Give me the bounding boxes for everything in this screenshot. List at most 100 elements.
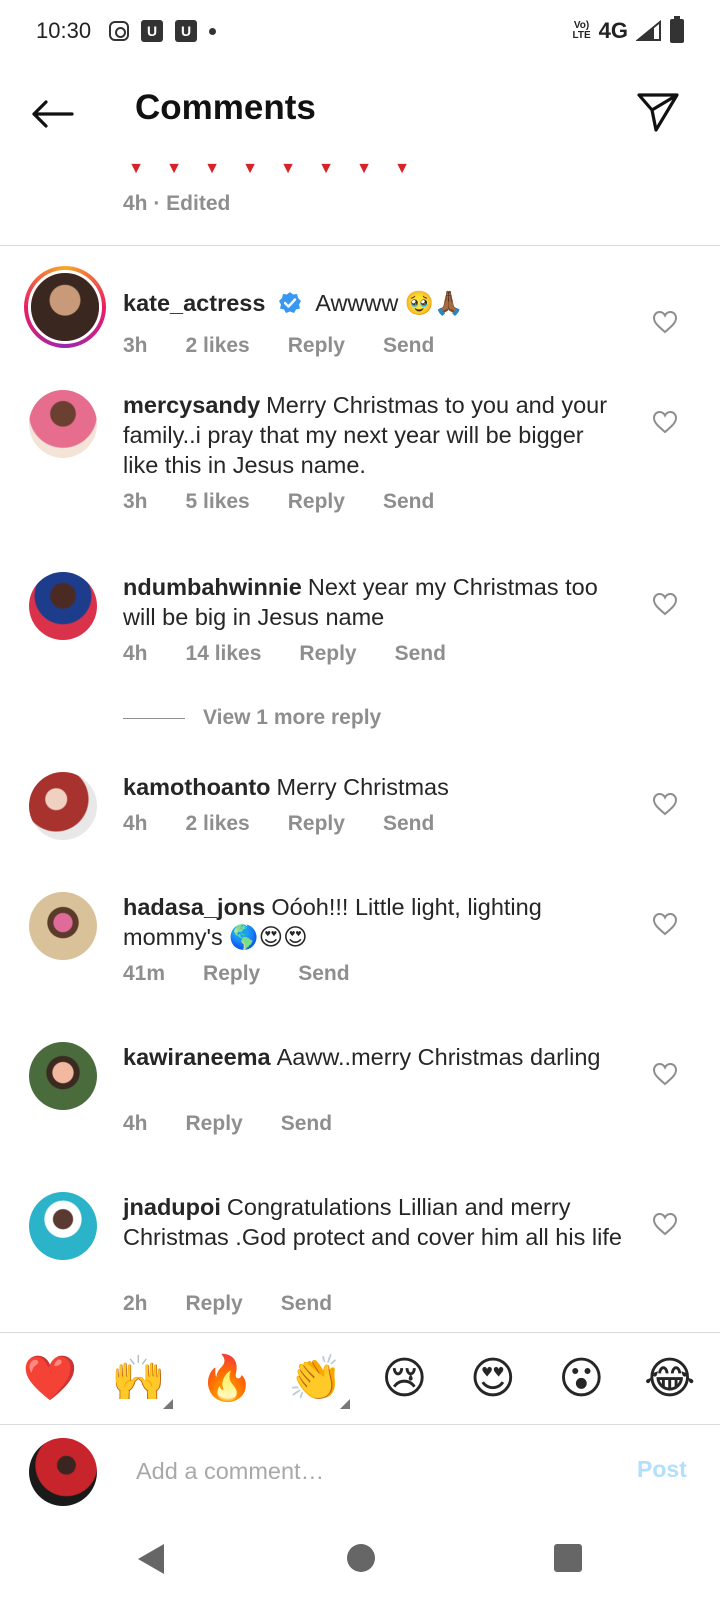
emoji-heart-eyes-button[interactable]: 😍 [461,1356,525,1401]
nav-home-icon[interactable] [347,1544,375,1572]
like-heart-icon[interactable] [652,1062,678,1086]
emoji-fire-button[interactable]: 🔥 [195,1356,259,1401]
comment-message: Merry Christmas [276,774,449,800]
u-app-icon: U [175,20,198,42]
nav-back-icon[interactable] [138,1544,164,1574]
likes-count[interactable]: 14 likes [186,642,262,666]
comment-username[interactable]: kamothoanto [123,774,271,800]
emoji-label: 🙌 [111,1352,167,1404]
emoji-quick-bar: ❤️ 🙌 🔥 👏 😢 😍 😮 😂 [0,1332,720,1425]
caption-meta: 4h · Edited [123,192,231,215]
comment-username[interactable]: ndumbahwinnie [123,574,302,600]
comment-meta: 41m Reply Send [123,962,388,986]
likes-count[interactable]: 5 likes [186,490,250,514]
likes-count[interactable]: 2 likes [186,812,250,836]
comment-username[interactable]: hadasa_jons [123,894,265,920]
comment-meta: 4h 14 likes Reply Send [123,642,484,666]
emoji-tears-of-joy-button[interactable]: 😂 [638,1356,702,1401]
system-nav-bar [0,1522,720,1600]
avatar[interactable] [29,390,97,458]
send-button[interactable]: Send [383,334,434,358]
send-button[interactable]: Send [383,490,434,514]
comment-text: kamothoanto Merry Christmas [123,772,623,802]
comments-header: Comments [0,62,720,162]
like-heart-icon[interactable] [652,792,678,816]
comment-time: 3h [123,490,148,513]
emoji-raised-hands-button[interactable]: 🙌 [107,1356,173,1409]
comment-text: kawiraneema Aaww..merry Christmas darling [123,1042,623,1072]
reply-button[interactable]: Reply [299,642,356,666]
emoji-label: 👏 [288,1352,344,1404]
reply-button[interactable]: Reply [203,962,260,986]
back-button[interactable] [28,90,76,138]
comment-composer: Post [0,1426,720,1521]
comment-username[interactable]: mercysandy [123,392,260,418]
page-title: Comments [135,88,316,127]
avatar[interactable] [29,1192,97,1260]
reply-button[interactable]: Reply [288,490,345,514]
christmas-decoration-icon: ▼ [280,160,296,177]
volte-icon: Vo) LTE [572,20,591,41]
emoji-clap-button[interactable]: 👏 [284,1356,350,1409]
battery-icon [670,16,684,43]
caption-decorations: ▼ ▼ ▼ ▼ ▼ ▼ ▼ ▼ [126,160,412,178]
avatar[interactable] [29,892,97,960]
send-button[interactable]: Send [281,1292,332,1316]
christmas-decoration-icon: ▼ [166,160,182,177]
view-more-replies-button[interactable]: View 1 more reply [123,706,381,730]
comment-meta: 4h 2 likes Reply Send [123,812,472,836]
paper-plane-icon [637,93,679,132]
like-heart-icon[interactable] [652,592,678,616]
reply-button[interactable]: Reply [288,812,345,836]
avatar[interactable] [29,572,97,640]
comment-username[interactable]: kawiraneema [123,1044,271,1070]
like-heart-icon[interactable] [652,310,678,334]
comment-text: mercysandy Merry Christmas to you and you… [123,390,623,480]
comment-message: Aaww..merry Christmas darling [276,1044,601,1070]
notification-dot-icon [209,27,217,35]
comment-input[interactable] [136,1450,606,1492]
view-more-label: View 1 more reply [203,706,382,729]
avatar-story-ring[interactable] [24,266,106,348]
comment-text: kate_actress Awwww 🥹🙏🏾 [123,288,623,318]
status-system-icons: Vo) LTE 4G [572,16,684,44]
emoji-wow-button[interactable]: 😮 [549,1356,613,1401]
comment-username[interactable]: jnadupoi [123,1194,221,1220]
christmas-decoration-icon: ▼ [204,160,220,177]
comment-meta: 2h Reply Send [123,1292,370,1316]
signal-icon [636,20,661,41]
comment-time: 4h [123,1112,148,1135]
send-button[interactable]: Send [281,1112,332,1136]
comment-text: hadasa_jons Oóoh!!! Little light, lightin… [123,892,623,952]
like-heart-icon[interactable] [652,410,678,434]
reply-button[interactable]: Reply [186,1112,243,1136]
comments-list[interactable]: kate_actress Awwww 🥹🙏🏾 3h 2 likes Reply … [0,246,720,1332]
share-button[interactable] [636,90,684,138]
christmas-decoration-icon: ▼ [394,160,410,177]
avatar[interactable] [29,772,97,840]
like-heart-icon[interactable] [652,1212,678,1236]
emoji-crying-button[interactable]: 😢 [372,1356,436,1401]
avatar [31,273,99,341]
view-more-line [123,717,185,719]
comment-time: 4h [123,642,148,665]
emoji-heart-button[interactable]: ❤️ [18,1356,82,1401]
comment-text: ndumbahwinnie Next year my Christmas too … [123,572,623,632]
send-button[interactable]: Send [298,962,349,986]
reply-button[interactable]: Reply [288,334,345,358]
status-time: 10:30 [36,18,92,43]
skin-tone-indicator-icon [339,1398,350,1409]
send-button[interactable]: Send [395,642,446,666]
post-button[interactable]: Post [637,1456,687,1483]
nav-recents-icon[interactable] [554,1544,582,1572]
send-button[interactable]: Send [383,812,434,836]
christmas-decoration-icon: ▼ [356,160,372,177]
reply-button[interactable]: Reply [186,1292,243,1316]
comment-meta: 4h Reply Send [123,1112,370,1136]
comment-username[interactable]: kate_actress [123,290,265,316]
like-heart-icon[interactable] [652,912,678,936]
christmas-decoration-icon: ▼ [242,160,258,177]
avatar[interactable] [29,1042,97,1110]
likes-count[interactable]: 2 likes [186,334,250,358]
comment-meta: 3h 5 likes Reply Send [123,490,472,514]
